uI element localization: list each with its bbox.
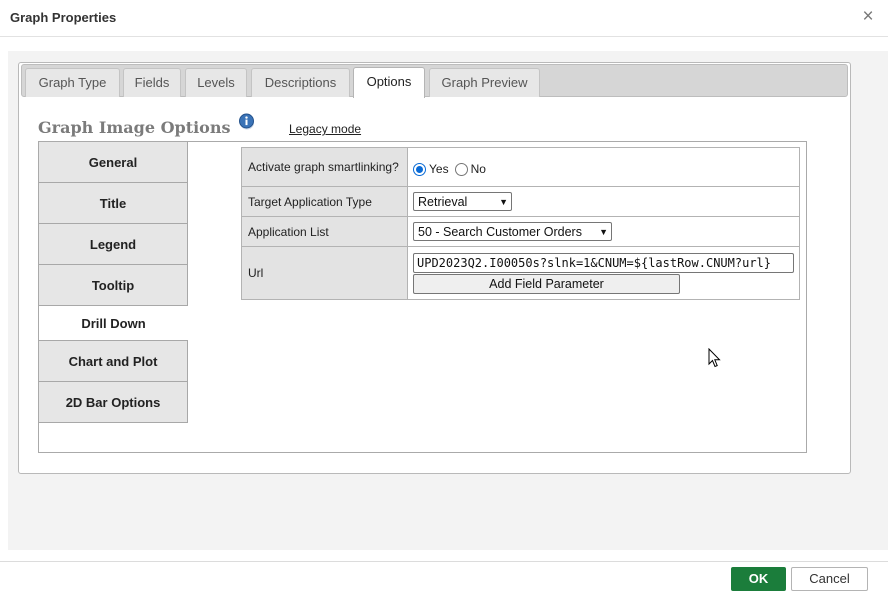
close-icon[interactable]: × [860,7,876,26]
smartlinking-radio-group: Yes No [413,158,794,176]
sidebar-item-general[interactable]: General [39,142,188,183]
sidebar-item-drill-down[interactable]: Drill Down [39,306,188,341]
sidebar-item-chart-and-plot[interactable]: Chart and Plot [39,341,188,382]
sidebar-item-2d-bar-options[interactable]: 2D Bar Options [39,382,188,423]
tab-levels[interactable]: Levels [185,68,247,97]
tab-graph-preview[interactable]: Graph Preview [429,68,540,97]
url-input[interactable]: UPD2023Q2.I00050s?slnk=1&CNUM=${lastRow.… [413,252,794,273]
chevron-down-icon: ▼ [499,196,508,207]
sidebar-item-tooltip[interactable]: Tooltip [39,265,188,306]
app-list-value: 50 - Search Customer Orders [418,224,582,239]
target-type-select[interactable]: Retrieval ▼ [413,192,512,211]
sidebar-item-legend[interactable]: Legend [39,224,188,265]
url-label: Url [241,246,408,300]
info-icon[interactable] [238,113,256,131]
tab-graph-type[interactable]: Graph Type [25,68,120,97]
app-list-label: Application List [241,216,408,247]
section-title: Graph Image Options [38,118,231,137]
tab-fields[interactable]: Fields [123,68,181,97]
drill-down-form: Activate graph smartlinking? Yes No Targ… [241,147,800,300]
radio-no-label: No [470,162,486,176]
app-list-select[interactable]: 50 - Search Customer Orders ▼ [413,222,612,241]
tab-options[interactable]: Options [353,67,425,98]
radio-yes[interactable] [413,162,426,176]
tab-descriptions[interactable]: Descriptions [251,68,350,97]
chevron-down-icon: ▼ [599,226,608,237]
smartlinking-label: Activate graph smartlinking? [241,147,408,187]
add-field-parameter-button[interactable]: Add Field Parameter [413,273,680,294]
target-type-value: Retrieval [418,194,468,209]
sidebar-item-title[interactable]: Title [39,183,188,224]
cancel-button[interactable]: Cancel [791,567,868,591]
dialog-title: Graph Properties [10,10,117,25]
dialog-header: Graph Properties × [0,0,888,37]
mouse-cursor-icon [708,347,722,369]
radio-no[interactable] [454,162,468,176]
target-type-label: Target Application Type [241,186,408,217]
radio-yes-label: Yes [429,162,449,176]
legacy-mode-link[interactable]: Legacy mode [289,122,361,136]
ok-button[interactable]: OK [731,567,786,591]
